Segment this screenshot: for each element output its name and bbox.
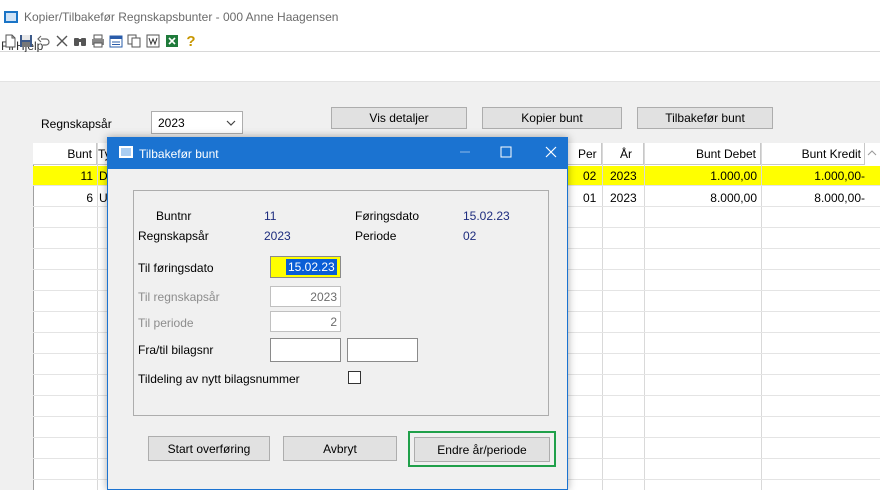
- foringsdato-label: Føringsdato: [355, 209, 420, 223]
- excel-icon[interactable]: [164, 33, 180, 49]
- til-bilagsnr-input[interactable]: [347, 338, 418, 362]
- cell-bunt-debet[interactable]: 8.000,00: [644, 189, 757, 207]
- help-icon[interactable]: ?: [183, 33, 199, 50]
- window-title: Kopier/Tilbakefør Regnskapsbunter - 000 …: [24, 10, 339, 24]
- til-regnskapsar-label: Til regnskapsår: [138, 290, 220, 304]
- cell-per[interactable]: 02: [583, 167, 601, 185]
- periode-label: Periode: [355, 229, 397, 243]
- chevron-down-icon[interactable]: [224, 116, 238, 130]
- copy-icon[interactable]: [126, 33, 142, 49]
- column-header-ar[interactable]: År: [602, 143, 644, 165]
- sort-caret-icon: [866, 147, 878, 159]
- til-periode-input: 2: [270, 311, 341, 332]
- regnskapsar-value: 2023: [264, 229, 291, 243]
- fra-til-bilagsnr-label: Fra/til bilagsnr: [138, 343, 214, 357]
- cell-ar[interactable]: 2023: [610, 167, 642, 185]
- dialog-title: Tilbakefør bunt: [139, 147, 219, 161]
- tilbakefor-bunt-button[interactable]: Tilbakefør bunt: [637, 107, 773, 129]
- cell-bunt-kredit[interactable]: 1.000,00-: [761, 167, 865, 185]
- tildeling-checkbox[interactable]: [348, 371, 361, 384]
- undo-icon[interactable]: [36, 33, 52, 49]
- start-overforing-button[interactable]: Start overføring: [148, 436, 270, 461]
- periode-value: 02: [463, 229, 477, 243]
- cell-bunt-kredit[interactable]: 8.000,00-: [761, 189, 865, 207]
- save-icon[interactable]: [18, 33, 34, 49]
- buntnr-value: 11: [264, 209, 277, 223]
- find-icon[interactable]: [72, 33, 88, 49]
- close-icon[interactable]: [541, 142, 561, 162]
- tildeling-label: Tildeling av nytt bilagsnummer: [138, 372, 300, 386]
- column-header-bunt[interactable]: Bunt: [33, 143, 97, 165]
- til-regnskapsar-input: 2023: [270, 286, 341, 307]
- maximize-icon[interactable]: [496, 142, 516, 162]
- fra-bilagsnr-input[interactable]: [270, 338, 341, 362]
- kopier-bunt-button[interactable]: Kopier bunt: [482, 107, 622, 129]
- avbryt-button[interactable]: Avbryt: [283, 436, 397, 461]
- delete-icon[interactable]: [54, 33, 70, 49]
- til-foringsdato-selected-text[interactable]: 15.02.23: [286, 259, 337, 275]
- foringsdato-value: 15.02.23: [463, 209, 510, 223]
- print-icon[interactable]: [90, 33, 106, 49]
- til-periode-label: Til periode: [138, 316, 194, 330]
- calendar-icon[interactable]: [108, 33, 124, 49]
- app-window-icon: [4, 11, 18, 23]
- year-label: Regnskapsår: [41, 117, 112, 131]
- cell-bunt[interactable]: 6: [33, 189, 93, 207]
- cell-bunt-debet[interactable]: 1.000,00: [644, 167, 757, 185]
- cell-per[interactable]: 01: [583, 189, 601, 207]
- column-header-bunt-kredit[interactable]: Bunt Kredit: [761, 143, 865, 165]
- cell-bunt[interactable]: 11: [33, 167, 93, 185]
- til-foringsdato-label: Til føringsdato: [138, 261, 214, 275]
- word-icon[interactable]: [145, 33, 161, 49]
- buntnr-label: Buntnr: [156, 209, 192, 223]
- dialog-window-icon: [119, 146, 133, 158]
- column-header-per[interactable]: Per: [568, 143, 602, 165]
- endre-ar-periode-button[interactable]: Endre år/periode: [414, 437, 550, 462]
- toolbar: [0, 52, 880, 82]
- column-header-bunt-debet[interactable]: Bunt Debet: [644, 143, 761, 165]
- new-document-icon[interactable]: [2, 33, 18, 49]
- regnskapsar-label: Regnskapsår: [138, 229, 209, 243]
- cell-ar[interactable]: 2023: [610, 189, 642, 207]
- vis-detaljer-button[interactable]: Vis detaljer: [331, 107, 467, 129]
- minimize-icon[interactable]: [455, 142, 475, 162]
